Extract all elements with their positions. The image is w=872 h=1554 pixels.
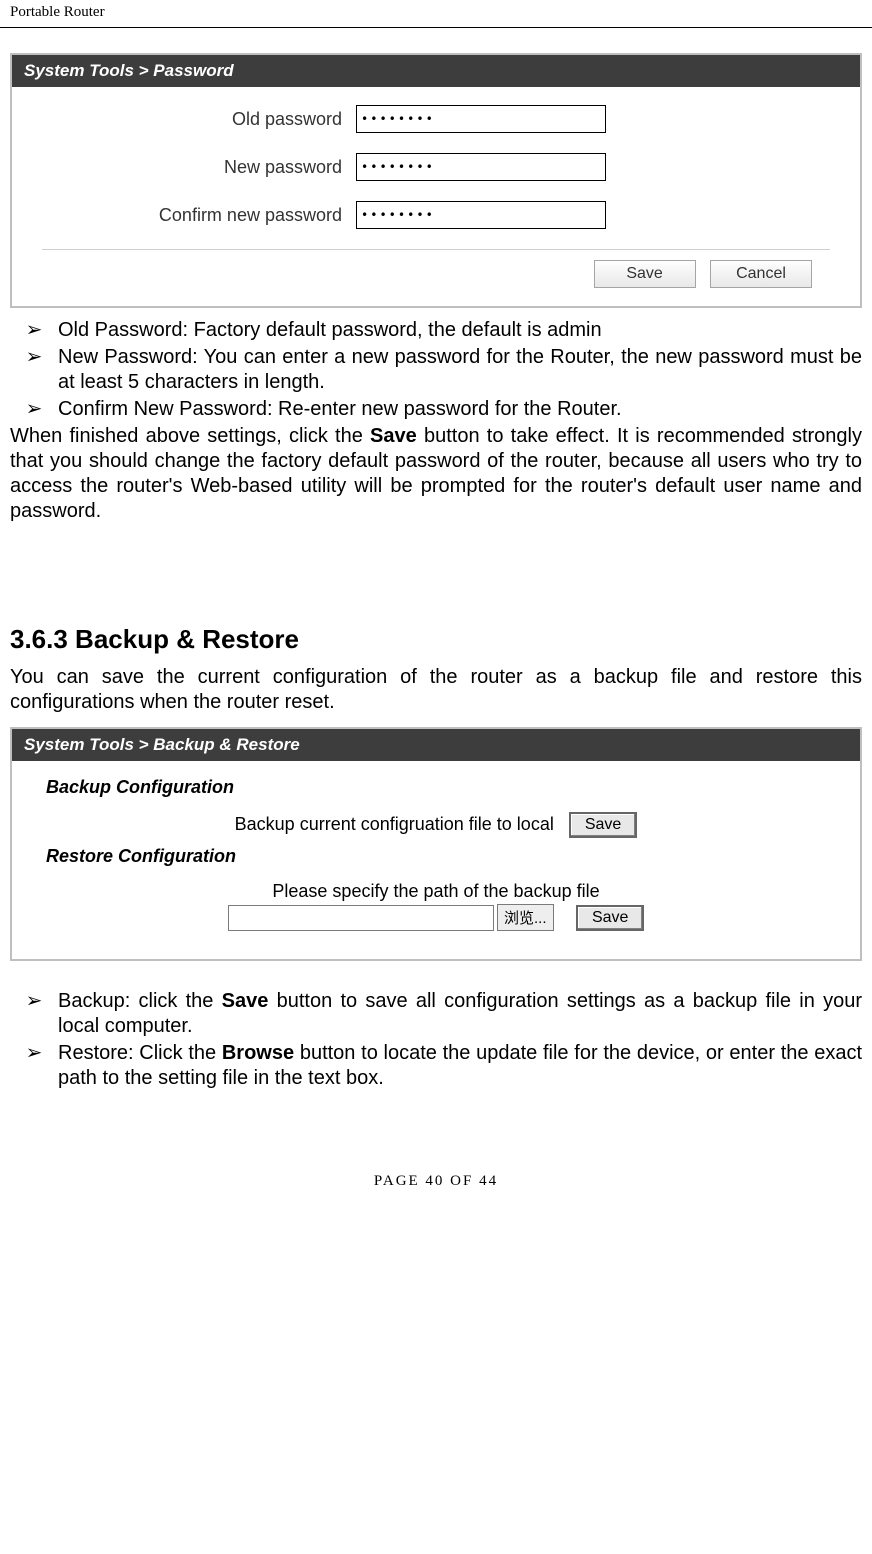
bullet-icon: ➢: [10, 318, 58, 343]
backup-save-button[interactable]: Save: [569, 812, 637, 838]
confirm-password-input[interactable]: [356, 201, 606, 229]
password-panel: System Tools > Password Old password New…: [10, 53, 862, 308]
page-header: Portable Router: [0, 0, 872, 28]
old-password-label: Old password: [42, 109, 356, 130]
page-content: System Tools > Password Old password New…: [0, 28, 872, 1103]
backup-bullet-list: ➢ Backup: click the Save button to save …: [10, 989, 862, 1091]
backup-body: Backup Configuration Backup current conf…: [12, 761, 860, 959]
panel-title: System Tools > Password: [12, 55, 860, 87]
new-password-label: New password: [42, 157, 356, 178]
bullet-text: Backup: click the Save button to save al…: [58, 989, 862, 1039]
list-item: ➢ Backup: click the Save button to save …: [10, 989, 862, 1039]
bullet-icon: ➢: [10, 397, 58, 422]
backup-panel: System Tools > Backup & Restore Backup C…: [10, 727, 862, 961]
password-form: Old password New password Confirm new pa…: [12, 87, 860, 306]
page-footer: PAGE 40 OF 44: [0, 1173, 872, 1190]
b1-bold: Save: [222, 990, 269, 1012]
bullet-text: Old Password: Factory default password, …: [58, 318, 862, 343]
b2-bold: Browse: [222, 1042, 294, 1064]
password-bullet-list: ➢ Old Password: Factory default password…: [10, 318, 862, 422]
backup-row: Backup current configruation file to loc…: [42, 812, 830, 838]
separator: [42, 249, 830, 250]
panel-title-text: System Tools > Password: [24, 61, 234, 80]
cancel-button[interactable]: Cancel: [710, 260, 812, 288]
new-password-input[interactable]: [356, 153, 606, 181]
b2-pre: Restore: Click the: [58, 1042, 222, 1064]
panel-footer: Save Cancel: [42, 260, 830, 290]
browse-button[interactable]: 浏览...: [497, 904, 554, 931]
save-button[interactable]: Save: [594, 260, 696, 288]
list-item: ➢ Confirm New Password: Re-enter new pas…: [10, 397, 862, 422]
restore-save-button[interactable]: Save: [576, 905, 644, 931]
restore-text: Please specify the path of the backup fi…: [272, 881, 599, 901]
bullet-icon: ➢: [10, 345, 58, 395]
bullet-text: Restore: Click the Browse button to loca…: [58, 1041, 862, 1091]
old-password-row: Old password: [42, 105, 830, 133]
bullet-icon: ➢: [10, 1041, 58, 1091]
para-bold: Save: [370, 425, 417, 447]
restore-path-input[interactable]: [228, 905, 494, 931]
backup-text: Backup current configruation file to loc…: [235, 814, 554, 834]
bullet-icon: ➢: [10, 989, 58, 1039]
section-heading: 3.6.3 Backup & Restore: [10, 624, 862, 655]
list-item: ➢ Old Password: Factory default password…: [10, 318, 862, 343]
bullet-text: Confirm New Password: Re-enter new passw…: [58, 397, 862, 422]
list-item: ➢ New Password: You can enter a new pass…: [10, 345, 862, 395]
panel-title-text: System Tools > Backup & Restore: [24, 735, 300, 754]
para-pre: When finished above settings, click the: [10, 425, 370, 447]
page-number: PAGE 40 OF 44: [374, 1173, 498, 1189]
restore-text-row: Please specify the path of the backup fi…: [42, 881, 830, 902]
restore-file-row: 浏览... Save: [42, 904, 830, 931]
backup-subtitle: Backup Configuration: [46, 777, 830, 798]
confirm-password-row: Confirm new password: [42, 201, 830, 229]
new-password-row: New password: [42, 153, 830, 181]
password-paragraph: When finished above settings, click the …: [10, 424, 862, 524]
panel-title: System Tools > Backup & Restore: [12, 729, 860, 761]
doc-title: Portable Router: [10, 4, 105, 20]
old-password-input[interactable]: [356, 105, 606, 133]
list-item: ➢ Restore: Click the Browse button to lo…: [10, 1041, 862, 1091]
bullet-text: New Password: You can enter a new passwo…: [58, 345, 862, 395]
b1-pre: Backup: click the: [58, 990, 222, 1012]
restore-subtitle: Restore Configuration: [46, 846, 830, 867]
confirm-password-label: Confirm new password: [42, 205, 356, 226]
section-intro: You can save the current configuration o…: [10, 665, 862, 715]
